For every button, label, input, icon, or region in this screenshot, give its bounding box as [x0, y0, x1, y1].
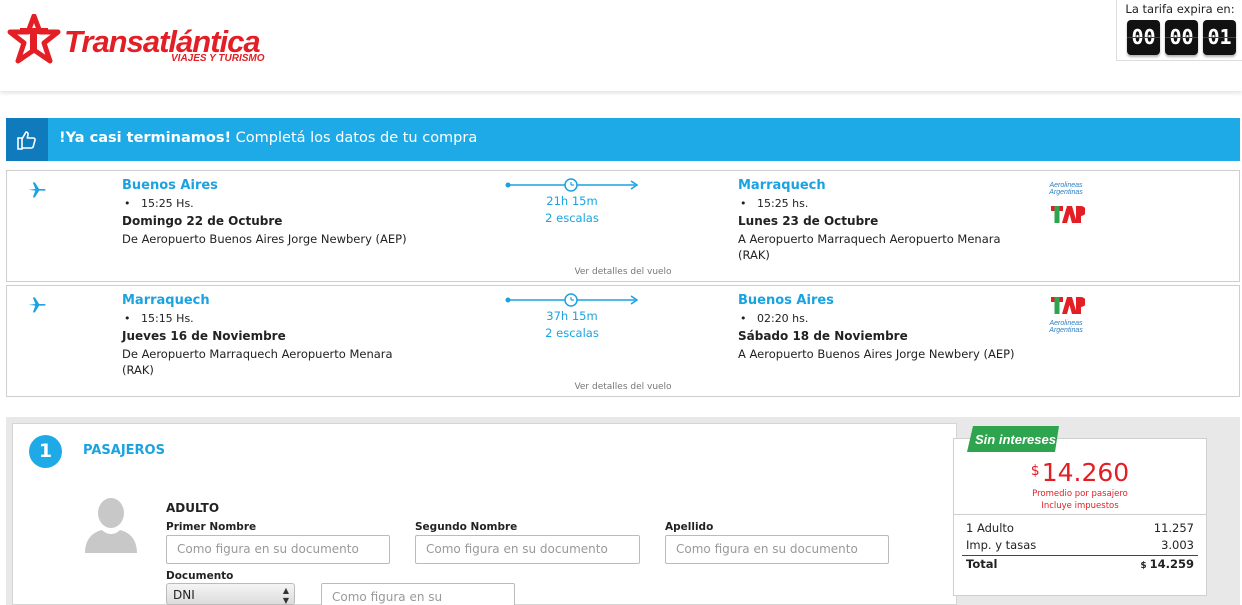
second-name-label: Segundo Nombre — [415, 521, 518, 533]
document-type-select[interactable]: DNI ▲ ▼ — [166, 583, 295, 605]
step-title: PASAJEROS — [83, 443, 165, 458]
airline-aerolineas-logo: Aerolineas Argentinas — [1049, 182, 1083, 196]
dest-airport-code: (RAK) — [738, 248, 770, 262]
price-note-taxes: Incluye impuestos — [1041, 501, 1119, 511]
brand-tagline: VIAJES Y TURISMO — [171, 53, 265, 64]
price-divider — [954, 514, 1206, 515]
select-arrows-icon: ▲ ▼ — [282, 586, 289, 605]
origin-airport-code: (RAK) — [122, 363, 154, 377]
dest-time-value: 15:25 hs. — [756, 197, 809, 210]
price-per-passenger: $14.260 — [953, 458, 1207, 487]
price-row-label: Imp. y tasas — [966, 538, 1037, 552]
flight-duration: 21h 15m — [546, 194, 598, 208]
origin-city: Marraquech — [122, 293, 210, 308]
total-amount: 14.259 — [1149, 557, 1194, 571]
flight-return: Marraquech • 15:15 Hs. Jueves 16 de Novi… — [6, 285, 1240, 397]
dest-airport: A Aeropuerto Marraquech Aeropuerto Menar… — [738, 232, 1001, 246]
first-name-input[interactable]: Como figura en su documento — [166, 535, 390, 564]
document-number-input[interactable]: Como figura en su documento — [321, 583, 515, 605]
route-line-icon — [505, 293, 639, 307]
origin-date: Jueves 16 de Noviembre — [122, 329, 286, 343]
brand-logo[interactable]: Transatlántica VIAJES Y TURISMO — [6, 14, 266, 66]
origin-airport: De Aeropuerto Buenos Aires Jorge Newbery… — [122, 232, 407, 246]
star-logo-icon — [7, 14, 61, 64]
origin-time-value: 15:25 Hs. — [140, 197, 194, 210]
airline-aerolineas-logo: Aerolineas Argentinas — [1049, 320, 1083, 334]
price-row-label: 1 Adulto — [966, 521, 1014, 535]
price-row-value: 3.003 — [1161, 538, 1194, 552]
document-label: Documento — [166, 570, 234, 582]
total-value: $14.259 — [1090, 557, 1194, 571]
banner-message: !Ya casi terminamos! Completá los datos … — [59, 130, 477, 146]
route-line-icon — [505, 178, 639, 192]
origin-city: Buenos Aires — [122, 178, 218, 193]
price-currency: $ — [1030, 463, 1040, 479]
flight-stops[interactable]: 2 escalas — [512, 326, 632, 340]
last-name-label: Apellido — [665, 521, 714, 533]
timer-hours: 00 — [1127, 20, 1160, 55]
step-number: 1 — [29, 435, 62, 468]
flight-stops[interactable]: 2 escalas — [512, 211, 632, 225]
dest-time: • 15:25 hs. — [740, 197, 809, 210]
dest-time: • 02:20 hs. — [740, 312, 809, 325]
fare-expiry-timer: La tarifa expira en: 00 00 01 — [1116, 0, 1242, 61]
banner-text: Completá los datos de tu compra — [231, 130, 478, 146]
flight-details-link[interactable]: Ver detalles del vuelo — [523, 382, 723, 392]
dest-date: Sábado 18 de Noviembre — [738, 329, 908, 343]
dest-city: Buenos Aires — [738, 293, 834, 308]
price-row-value: 11.257 — [1153, 521, 1194, 535]
dest-date: Lunes 23 de Octubre — [738, 214, 879, 228]
document-type-value: DNI — [173, 588, 195, 602]
plane-outbound-icon — [28, 182, 46, 198]
dest-time-value: 02:20 hs. — [756, 312, 809, 325]
origin-date: Domingo 22 de Octubre — [122, 214, 283, 228]
timer-seconds: 01 — [1203, 20, 1236, 55]
total-currency: $ — [1140, 561, 1147, 571]
total-divider — [962, 555, 1198, 556]
dest-city: Marraquech — [738, 178, 826, 193]
flight-duration: 37h 15m — [546, 309, 598, 323]
progress-banner: !Ya casi terminamos! Completá los datos … — [6, 118, 1240, 161]
header: Transatlántica VIAJES Y TURISMO La tarif… — [0, 0, 1242, 91]
origin-time: • 15:25 Hs. — [124, 197, 194, 210]
flight-outbound: Buenos Aires • 15:25 Hs. Domingo 22 de O… — [6, 170, 1240, 282]
passenger-type: ADULTO — [166, 501, 220, 515]
plane-return-icon — [28, 297, 46, 313]
airline-tap-logo — [1051, 297, 1085, 314]
timer-minutes: 00 — [1165, 20, 1198, 55]
last-name-input[interactable]: Como figura en su documento — [665, 535, 889, 564]
origin-time: • 15:15 Hs. — [124, 312, 194, 325]
flight-details-link[interactable]: Ver detalles del vuelo — [523, 267, 723, 277]
second-name-input[interactable]: Como figura en su documento — [415, 535, 640, 564]
price-amount: 14.260 — [1041, 458, 1130, 487]
avatar-placeholder-icon — [85, 498, 137, 553]
thumbs-up-icon — [6, 118, 48, 161]
origin-time-value: 15:15 Hs. — [140, 312, 194, 325]
price-note-average: Promedio por pasajero — [1032, 489, 1128, 499]
total-label: Total — [966, 557, 998, 571]
banner-bold: !Ya casi terminamos! — [59, 130, 232, 146]
first-name-label: Primer Nombre — [166, 521, 257, 533]
origin-airport: De Aeropuerto Marraquech Aeropuerto Mena… — [122, 347, 393, 361]
timer-label: La tarifa expira en: — [1125, 2, 1235, 16]
airline-tap-logo — [1051, 206, 1085, 223]
no-interest-badge: Sin intereses — [975, 432, 1056, 447]
dest-airport: A Aeropuerto Buenos Aires Jorge Newbery … — [738, 347, 1015, 361]
